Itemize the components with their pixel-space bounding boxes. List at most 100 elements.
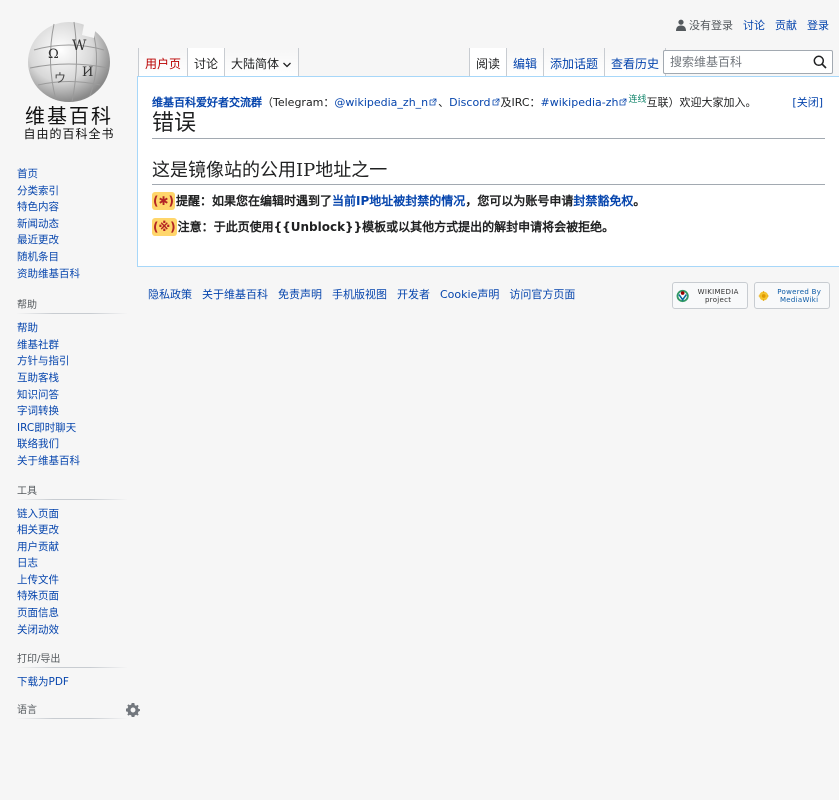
footer-about-link[interactable]: 关于维基百科 [202,286,268,302]
view-tabs: 阅读 编辑 添加话题 查看历史 [469,48,667,76]
logo-wordmark: 维基百科 [25,104,113,128]
note-text: 注意：于此页使用{{Unblock}}模板或以其他方式提出的解封申请将会被拒绝。 [177,220,615,234]
sidebar-item-recent-changes[interactable]: 最近更改 [17,234,59,246]
external-link-icon [492,98,499,106]
personal-contributions-link[interactable]: 贡献 [775,17,797,33]
chevron-down-icon [283,62,292,68]
mediawiki-badge[interactable]: Powered By MediaWiki [754,282,830,309]
svg-text:ウ: ウ [54,71,66,85]
tab-add-topic[interactable]: 添加话题 [544,48,606,76]
tab-talk[interactable]: 讨论 [188,48,226,76]
personal-tools: 没有登录 讨论 贡献 登录 [675,17,829,33]
discord-link[interactable]: Discord [449,96,490,109]
sidebar-tools: 工具 链入页面 相关更改 用户贡献 日志 上传文件 特殊页面 页面信息 关闭动效 [0,483,137,639]
tab-user-page[interactable]: 用户页 [138,48,189,76]
sidebar-item-irc[interactable]: IRC即时聊天 [17,422,76,434]
reminder-line: (✱) 提醒：如果您在编辑时遇到了 当前IP地址被封禁的情况 ，您可以为账号申请… [152,192,825,210]
sidebar-item-policies[interactable]: 方针与指引 [17,355,70,367]
footer-official-link[interactable]: 访问官方页面 [509,286,575,302]
external-link-icon [429,98,437,106]
sidebar-item-related-changes[interactable]: 相关更改 [17,524,59,536]
main-content: 维基百科爱好者交流群（Telegram：@wikipedia_zh_n 、Disc… [137,76,839,267]
wikimedia-badge[interactable]: WIKIMEDIA project [672,282,748,309]
sidebar-item-contact[interactable]: 联络我们 [17,438,59,450]
footer-developers-link[interactable]: 开发者 [397,286,430,302]
sidebar-item-reference-desk[interactable]: 知识问答 [17,389,59,401]
footer-privacy-link[interactable]: 隐私政策 [148,286,192,302]
footer-mobile-link[interactable]: 手机版视图 [332,286,387,302]
sidebar-languages: 语言 [0,702,140,719]
sidebar-item-about[interactable]: 关于维基百科 [17,455,80,467]
variant-dropdown[interactable]: 大陆简体 [225,48,300,76]
sidebar-item-special-pages[interactable]: 特殊页面 [17,590,59,602]
footer-links: 隐私政策 关于维基百科 免责声明 手机版视图 开发者 Cookie声明 访问官方… [148,286,575,302]
sitenotice-close-button[interactable]: [关闭] [792,95,823,111]
sidebar-item-categories[interactable]: 分类索引 [17,185,59,197]
wikipedia-logo[interactable]: Ω W И ウ 维基百科 自由的百科全书 [8,20,130,148]
footer-cookie-link[interactable]: Cookie声明 [440,286,499,302]
sitenotice-sep: 、 [438,96,450,109]
sidebar-item-help[interactable]: 帮助 [17,322,38,334]
online-superscript: 连线 [628,95,647,105]
login-link[interactable]: 登录 [807,17,829,33]
sidebar-help: 帮助 帮助 维基社群 方针与指引 互助客栈 知识问答 字词转换 IRC即时聊天 … [0,298,137,469]
footer-disclaimer-link[interactable]: 免责声明 [278,286,322,302]
sidebar-item-news[interactable]: 新闻动态 [17,218,59,230]
sidebar: 首页 分类索引 特色内容 新闻动态 最近更改 随机条目 资助维基百科 帮助 帮助… [0,166,140,725]
tab-edit[interactable]: 编辑 [507,48,545,76]
sidebar-item-community[interactable]: 维基社群 [17,339,59,351]
sitenotice-group-link[interactable]: 维基百科爱好者交流群 [152,96,262,109]
sidebar-item-upload[interactable]: 上传文件 [17,574,59,586]
sitenotice-rest: 互联）欢迎大家加入。 [646,96,757,109]
wikimedia-icon [676,289,689,302]
svg-text:W: W [72,38,87,54]
gear-icon[interactable] [126,702,140,717]
sidebar-item-random[interactable]: 随机条目 [17,251,59,263]
user-icon [676,19,686,31]
sidebar-item-featured[interactable]: 特色内容 [17,201,59,213]
sidebar-lang-heading: 语言 [17,702,140,719]
svg-text:И: И [82,65,93,80]
sidebar-item-page-info[interactable]: 页面信息 [17,607,59,619]
variant-label: 大陆简体 [231,57,280,71]
sitenotice-and-irc: 及IRC： [500,96,541,109]
namespace-tabs: 用户页 讨论 大陆简体 [138,48,300,76]
sidebar-navigation: 首页 分类索引 特色内容 新闻动态 最近更改 随机条目 资助维基百科 [0,166,137,282]
footer-icons: WIKIMEDIA project Powered By MediaWiki [672,282,830,309]
tab-history[interactable]: 查看历史 [605,48,667,76]
sidebar-item-logs[interactable]: 日志 [17,557,38,569]
personal-talk-link[interactable]: 讨论 [743,17,765,33]
tab-read[interactable]: 阅读 [469,48,508,76]
reminder-end: 。 [633,194,646,208]
sidebar-item-donate[interactable]: 资助维基百科 [17,268,80,280]
search-input[interactable] [664,51,808,73]
sidebar-item-main-page[interactable]: 首页 [17,168,38,180]
sidebar-item-village-pump[interactable]: 互助客栈 [17,372,59,384]
reminder-prefix: 提醒：如果您在编辑时遇到了 [176,194,333,208]
ip-block-exemption-link[interactable]: 封禁豁免权 [573,192,633,210]
section-heading: 这是镜像站的公用IP地址之一 [152,159,825,185]
telegram-link[interactable]: @wikipedia_zh_n [334,96,428,109]
note-line: (※) 注意：于此页使用{{Unblock}}模板或以其他方式提出的解封申请将会… [152,218,825,236]
external-link-icon [620,98,627,106]
sidebar-item-what-links-here[interactable]: 链入页面 [17,508,59,520]
logo-tagline: 自由的百科全书 [23,127,115,141]
svg-text:Ω: Ω [48,47,59,62]
sidebar-tools-heading: 工具 [17,483,127,500]
puzzle-globe-icon: Ω W И ウ [28,21,110,103]
sidebar-item-conversion[interactable]: 字词转换 [17,405,59,417]
mediawiki-badge-text: Powered By MediaWiki [777,287,822,304]
search-button[interactable] [808,51,832,73]
sidebar-item-disable-animations[interactable]: 关闭动效 [17,624,59,636]
reminder-middle: ，您可以为账号申请 [465,194,574,208]
sidebar-help-heading: 帮助 [17,298,127,315]
ip-blocked-link[interactable]: 当前IP地址被封禁的情况 [332,192,465,210]
site-notice: 维基百科爱好者交流群（Telegram：@wikipedia_zh_n 、Disc… [152,95,825,111]
sidebar-item-user-contributions[interactable]: 用户贡献 [17,541,59,553]
search-box [663,50,833,74]
sidebar-item-download-pdf[interactable]: 下载为PDF [17,676,69,688]
reminder-marker: (✱) [152,192,176,210]
wikimedia-badge-text: WIKIMEDIA project [697,287,739,304]
irc-link[interactable]: #wikipedia-zh [541,96,619,109]
search-icon [813,55,827,69]
